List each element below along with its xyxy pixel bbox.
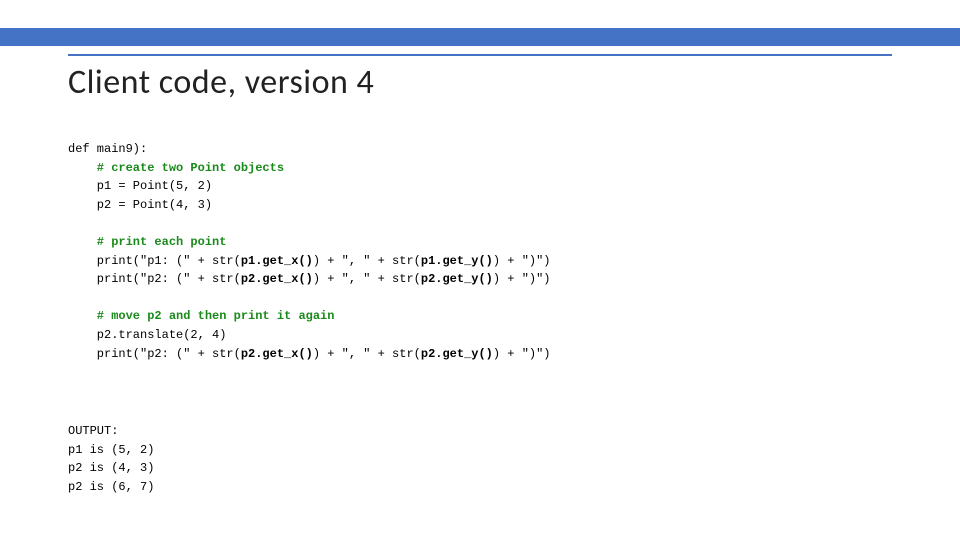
- code-frag: print("p1: (" + str(: [68, 254, 241, 268]
- title-underline: [68, 54, 892, 56]
- code-frag: ) + ")"): [493, 272, 551, 286]
- code-comment: # move p2 and then print it again: [68, 309, 334, 323]
- code-frag-bold: p2.get_x(): [241, 347, 313, 361]
- output-line: p2 is (6, 7): [68, 480, 154, 494]
- code-frag: print("p2: (" + str(: [68, 347, 241, 361]
- code-frag-bold: p2.get_y(): [421, 347, 493, 361]
- code-frag: ) + ")"): [493, 254, 551, 268]
- code-comment: # print each point: [68, 235, 226, 249]
- output-line: p2 is (4, 3): [68, 461, 154, 475]
- output-line: p1 is (5, 2): [68, 443, 154, 457]
- code-frag-bold: p2.get_x(): [241, 272, 313, 286]
- code-frag-bold: p1.get_y(): [421, 254, 493, 268]
- code-line: p2.translate(2, 4): [68, 328, 226, 342]
- code-line: p2 = Point(4, 3): [68, 198, 212, 212]
- code-frag-bold: p1.get_x(): [241, 254, 313, 268]
- code-block: def main9): # create two Point objects p…: [68, 140, 551, 363]
- code-frag: ) + ", " + str(: [313, 254, 421, 268]
- code-line: p1 = Point(5, 2): [68, 179, 212, 193]
- page-title: Client code, version 4: [68, 62, 374, 103]
- code-frag-bold: p2.get_y(): [421, 272, 493, 286]
- output-block: OUTPUT: p1 is (5, 2) p2 is (4, 3) p2 is …: [68, 422, 154, 496]
- code-line: print("p1: (" + str(p1.get_x()) + ", " +…: [68, 254, 551, 268]
- code-frag: print("p2: (" + str(: [68, 272, 241, 286]
- code-frag: ) + ", " + str(: [313, 272, 421, 286]
- code-frag: ) + ")"): [493, 347, 551, 361]
- code-frag: ) + ", " + str(: [313, 347, 421, 361]
- top-band: [0, 28, 960, 46]
- code-line: print("p2: (" + str(p2.get_x()) + ", " +…: [68, 347, 551, 361]
- code-line: def main9):: [68, 142, 147, 156]
- output-header: OUTPUT:: [68, 424, 118, 438]
- slide: Client code, version 4 def main9): # cre…: [0, 0, 960, 540]
- code-line: print("p2: (" + str(p2.get_x()) + ", " +…: [68, 272, 551, 286]
- code-comment: # create two Point objects: [68, 161, 284, 175]
